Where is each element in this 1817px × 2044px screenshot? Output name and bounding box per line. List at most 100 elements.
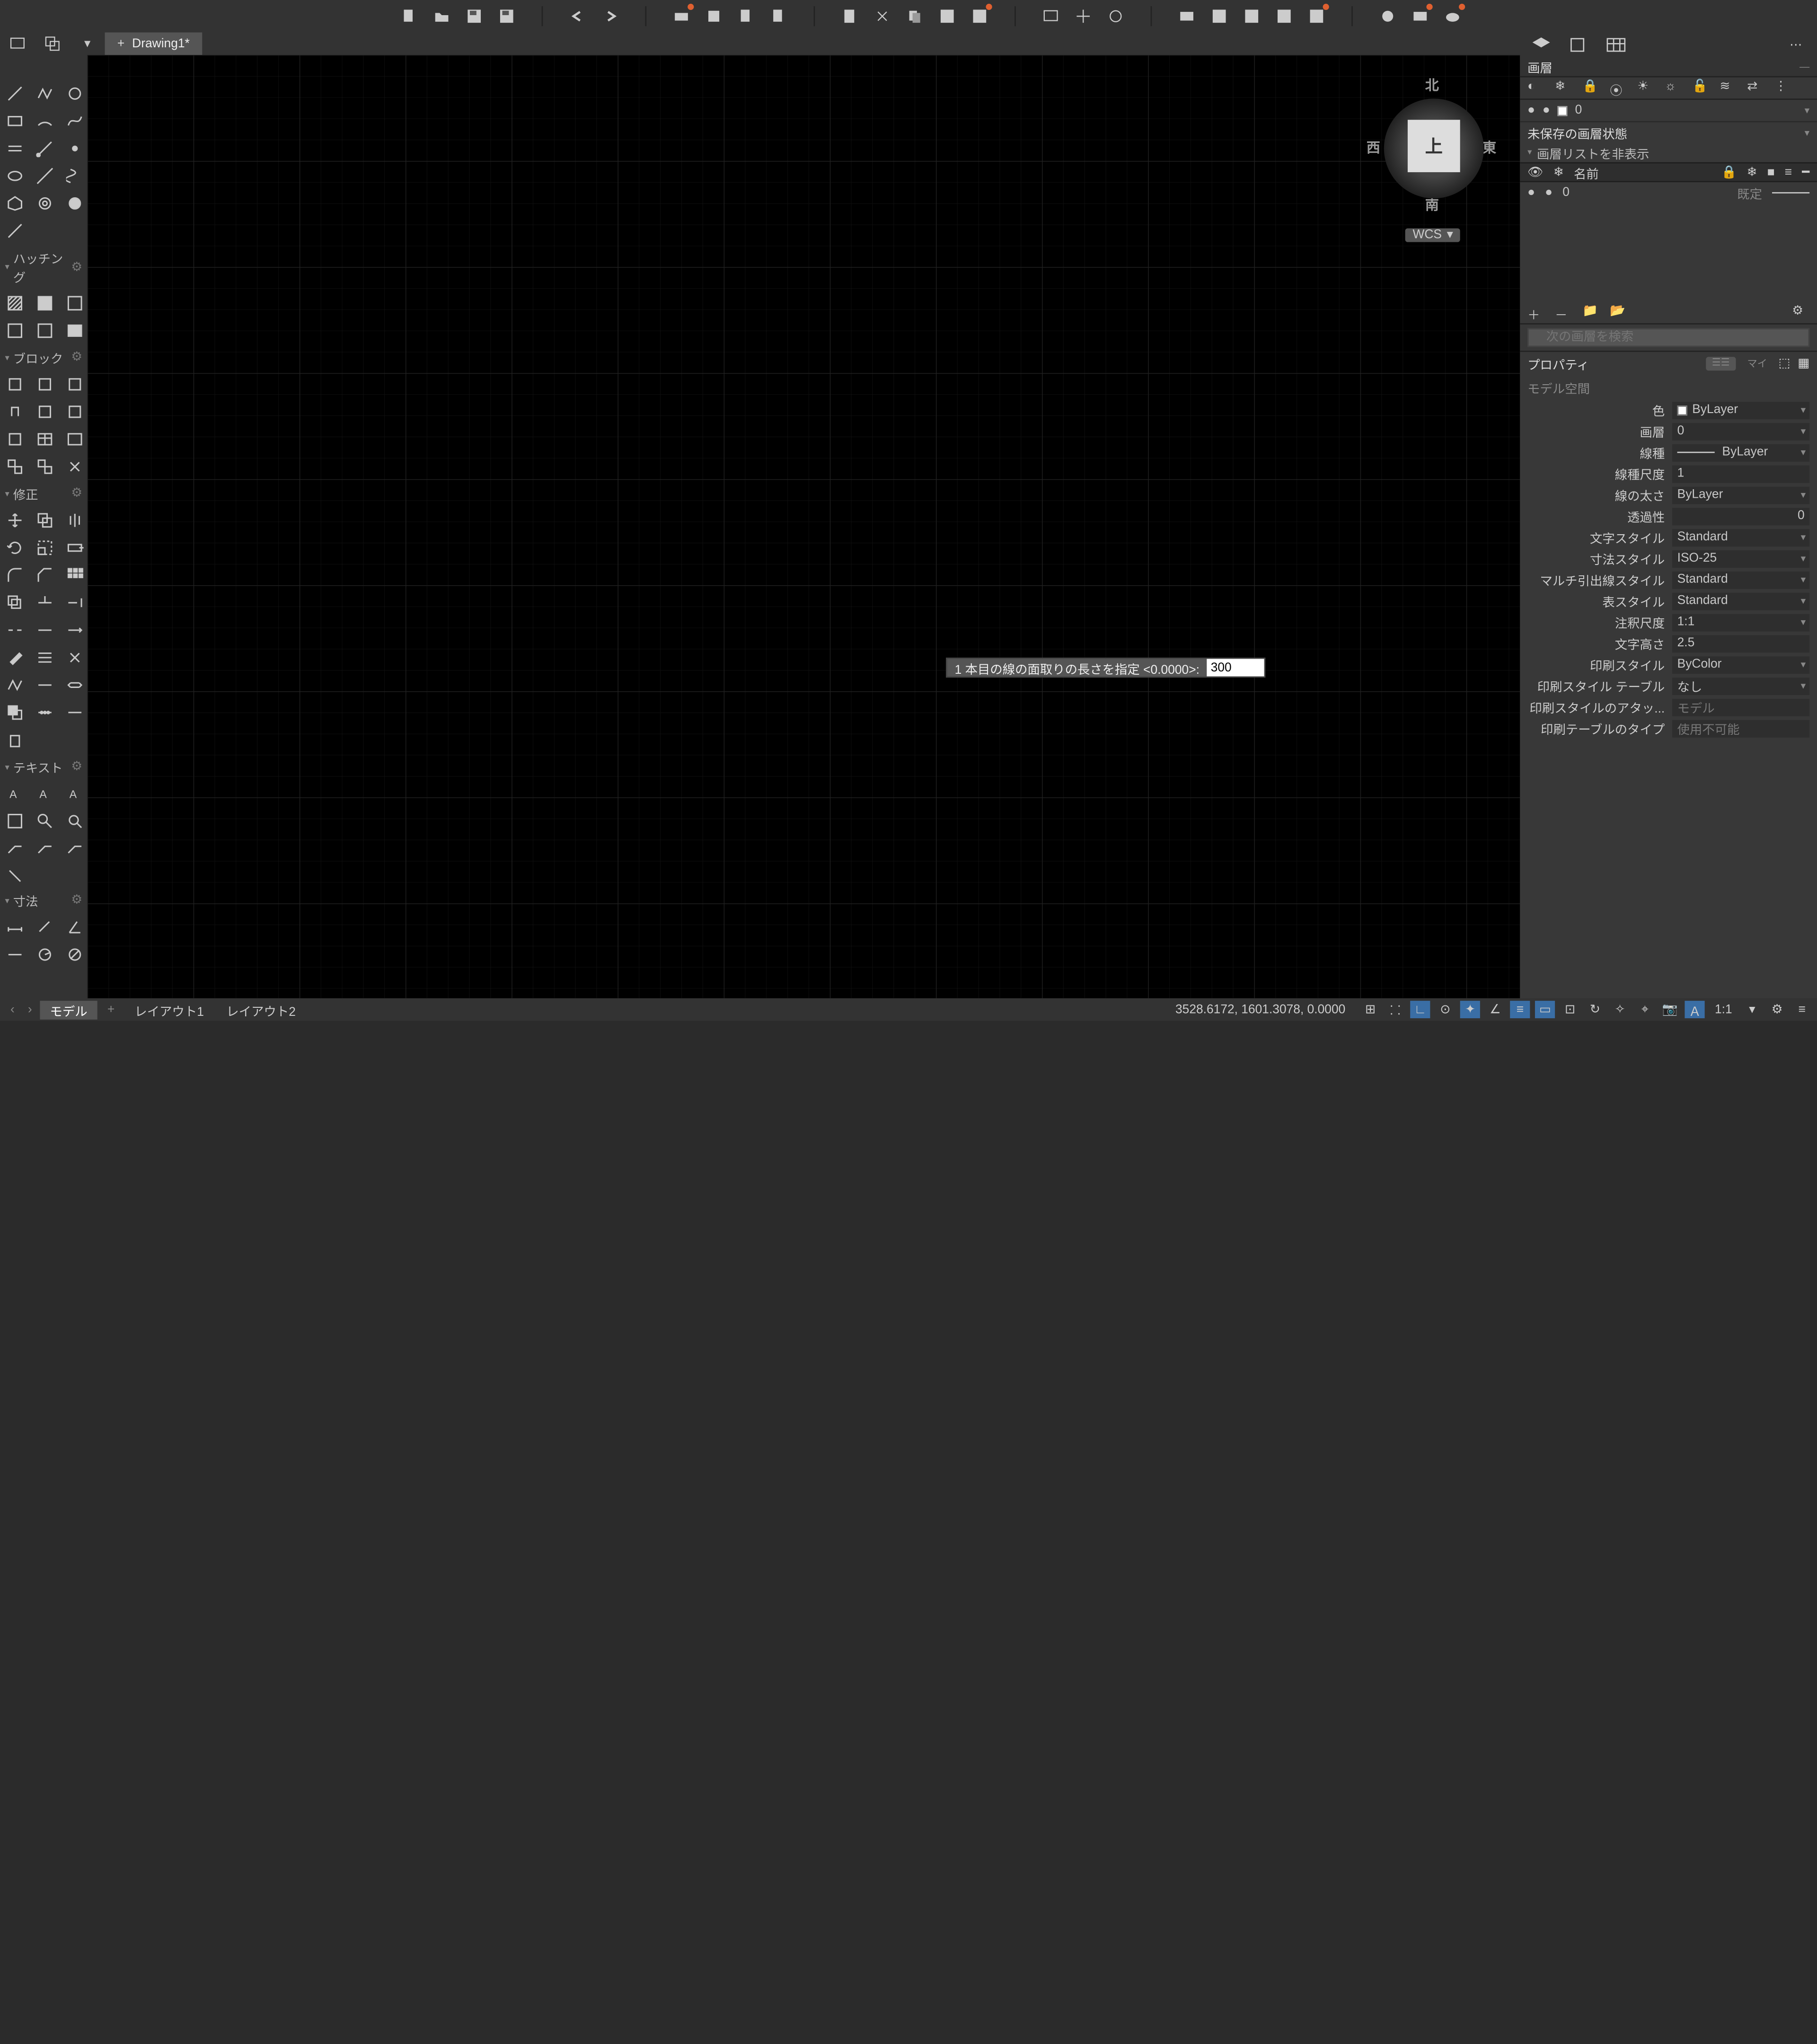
props-pick-icon[interactable]: ⬚: [1778, 357, 1790, 370]
import-icon[interactable]: [1242, 6, 1261, 26]
layer-settings-icon[interactable]: ⚙: [1792, 304, 1809, 321]
block-icon[interactable]: [970, 6, 989, 26]
quick-props-toggle[interactable]: ⊡: [1560, 1001, 1580, 1018]
layer-walk-icon[interactable]: ⋮: [1774, 79, 1792, 97]
pedit-tool[interactable]: [2, 673, 27, 698]
attach-icon[interactable]: [1209, 6, 1229, 26]
prop-row-印刷スタイル[interactable]: 印刷スタイルByColor: [1520, 654, 1817, 675]
customize-icon[interactable]: ≡: [1792, 1001, 1812, 1018]
prop-row-寸法スタイル[interactable]: 寸法スタイルISO-25: [1520, 548, 1817, 569]
layer-delete-icon[interactable]: －: [1555, 304, 1572, 321]
panel-menu-icon[interactable]: ⋯: [1784, 35, 1807, 55]
section-block[interactable]: ▾ブロック⚙: [0, 346, 88, 370]
draworder-tool[interactable]: [2, 700, 27, 725]
layout-prev-icon[interactable]: ‹: [5, 1003, 20, 1016]
dim-radius-tool[interactable]: [33, 942, 58, 967]
mleader-style-tool[interactable]: [62, 836, 88, 861]
layout-add-icon[interactable]: +: [100, 1003, 122, 1016]
layer-state-row[interactable]: 未保存の画層状態▾: [1520, 122, 1817, 142]
break-tool[interactable]: [2, 617, 27, 643]
image-tool[interactable]: [62, 318, 88, 344]
current-layer-strip[interactable]: ●● 0 ▾: [1520, 100, 1817, 122]
insert-tool[interactable]: [2, 372, 27, 397]
redo-icon[interactable]: [600, 6, 620, 26]
chevron-down-icon[interactable]: ▾: [78, 34, 97, 53]
prop-row-透過性[interactable]: 透過性0: [1520, 505, 1817, 527]
ungroup-tool[interactable]: [33, 454, 58, 479]
tab-model[interactable]: モデル: [40, 1000, 97, 1019]
selection-cycle-toggle[interactable]: ↻: [1585, 1001, 1605, 1018]
layer-match-icon[interactable]: ≋: [1720, 79, 1737, 97]
tab-layout2[interactable]: レイアウト2: [216, 1000, 306, 1019]
layer-folder-icon[interactable]: 📁: [1582, 304, 1600, 321]
layer-new-icon[interactable]: ＋: [1527, 304, 1545, 321]
layer-freeze-icon[interactable]: ❄: [1555, 79, 1572, 97]
gradient-tool[interactable]: [33, 291, 58, 316]
annotation-toggle[interactable]: Ａ: [1685, 1001, 1705, 1018]
open-icon[interactable]: [432, 6, 452, 26]
mtext-tool[interactable]: A: [2, 781, 27, 806]
layer-change-icon[interactable]: ⇄: [1747, 79, 1764, 97]
polar-toggle[interactable]: ⊙: [1435, 1001, 1455, 1018]
donut-tool[interactable]: [33, 191, 58, 216]
prop-row-画層[interactable]: 画層0: [1520, 421, 1817, 442]
prop-row-文字高さ[interactable]: 文字高さ2.5: [1520, 633, 1817, 654]
table-panel-tab[interactable]: [1605, 35, 1627, 55]
dim-linear-tool[interactable]: [2, 915, 27, 940]
point-tool[interactable]: [62, 136, 88, 161]
dim-angular-tool[interactable]: [62, 915, 88, 940]
rotate-tool[interactable]: [2, 535, 27, 560]
mleader-tool[interactable]: [33, 836, 58, 861]
orbit-icon[interactable]: [1106, 6, 1126, 26]
table-tool[interactable]: [33, 427, 58, 452]
cut-icon[interactable]: [873, 6, 892, 26]
spell-tool[interactable]: [2, 809, 27, 834]
layers-panel-tab[interactable]: [1530, 35, 1552, 55]
grid-toggle[interactable]: ⊞: [1360, 1001, 1380, 1018]
attsync-tool[interactable]: [62, 399, 88, 424]
prop-row-線種尺度[interactable]: 線種尺度1: [1520, 463, 1817, 484]
prop-row-マルチ引出線スタイル[interactable]: マルチ引出線スタイルStandard: [1520, 569, 1817, 590]
extend-tool[interactable]: [62, 590, 88, 615]
drawing-canvas[interactable]: Y X 1 本目の線の面取りの長さを指定 <0.0000>:: [88, 55, 1520, 998]
group-tool[interactable]: [2, 454, 27, 479]
layer-thaw-icon[interactable]: ☼: [1665, 79, 1682, 97]
export-icon[interactable]: [1274, 6, 1294, 26]
app-icon[interactable]: [1306, 6, 1326, 26]
zoom-tool[interactable]: [62, 809, 88, 834]
settings-gear-icon[interactable]: ⚙: [1767, 1001, 1787, 1018]
ellipse-tool[interactable]: [2, 163, 27, 188]
camera-toggle[interactable]: 📷: [1660, 1001, 1680, 1018]
scale-tool[interactable]: [33, 535, 58, 560]
prop-row-文字スタイル[interactable]: 文字スタイルStandard: [1520, 527, 1817, 548]
copy-icon[interactable]: [905, 6, 925, 26]
saveas-icon[interactable]: [497, 6, 517, 26]
otrack-toggle[interactable]: ∠: [1485, 1001, 1505, 1018]
text-tool[interactable]: A: [33, 781, 58, 806]
purge-tool[interactable]: [2, 728, 27, 753]
props-select-icon[interactable]: ▦: [1798, 357, 1809, 370]
chamfer-tool[interactable]: [33, 563, 58, 588]
explode-block-tool[interactable]: [62, 454, 88, 479]
section-text[interactable]: ▾テキスト⚙: [0, 755, 88, 779]
props-tab-1[interactable]: ☰☰: [1706, 357, 1736, 370]
mline-tool[interactable]: [2, 136, 27, 161]
dim-aligned-tool[interactable]: [33, 915, 58, 940]
xref-icon[interactable]: [1177, 6, 1197, 26]
prop-row-線種[interactable]: 線種ByLayer: [1520, 442, 1817, 463]
lineweight-toggle[interactable]: ≡: [1510, 1001, 1530, 1018]
layer-lock-icon[interactable]: 🔒: [1582, 79, 1600, 97]
dim-diameter-tool[interactable]: [62, 942, 88, 967]
reverse-tool[interactable]: [62, 673, 88, 698]
fillet-tool[interactable]: [2, 563, 27, 588]
screen-icon[interactable]: [1041, 6, 1061, 26]
divide-tool[interactable]: [33, 700, 58, 725]
ray-tool[interactable]: [33, 136, 58, 161]
osnap-toggle[interactable]: ✦: [1460, 1001, 1480, 1018]
dynamo-toggle[interactable]: ⌖: [1635, 1001, 1655, 1018]
polygon-tool[interactable]: [2, 191, 27, 216]
boundary-tool[interactable]: [62, 291, 88, 316]
section-hatch[interactable]: ▾ハッチング⚙: [0, 246, 88, 289]
page-setup-icon[interactable]: [736, 6, 756, 26]
prop-row-色[interactable]: 色ByLayer: [1520, 399, 1817, 421]
